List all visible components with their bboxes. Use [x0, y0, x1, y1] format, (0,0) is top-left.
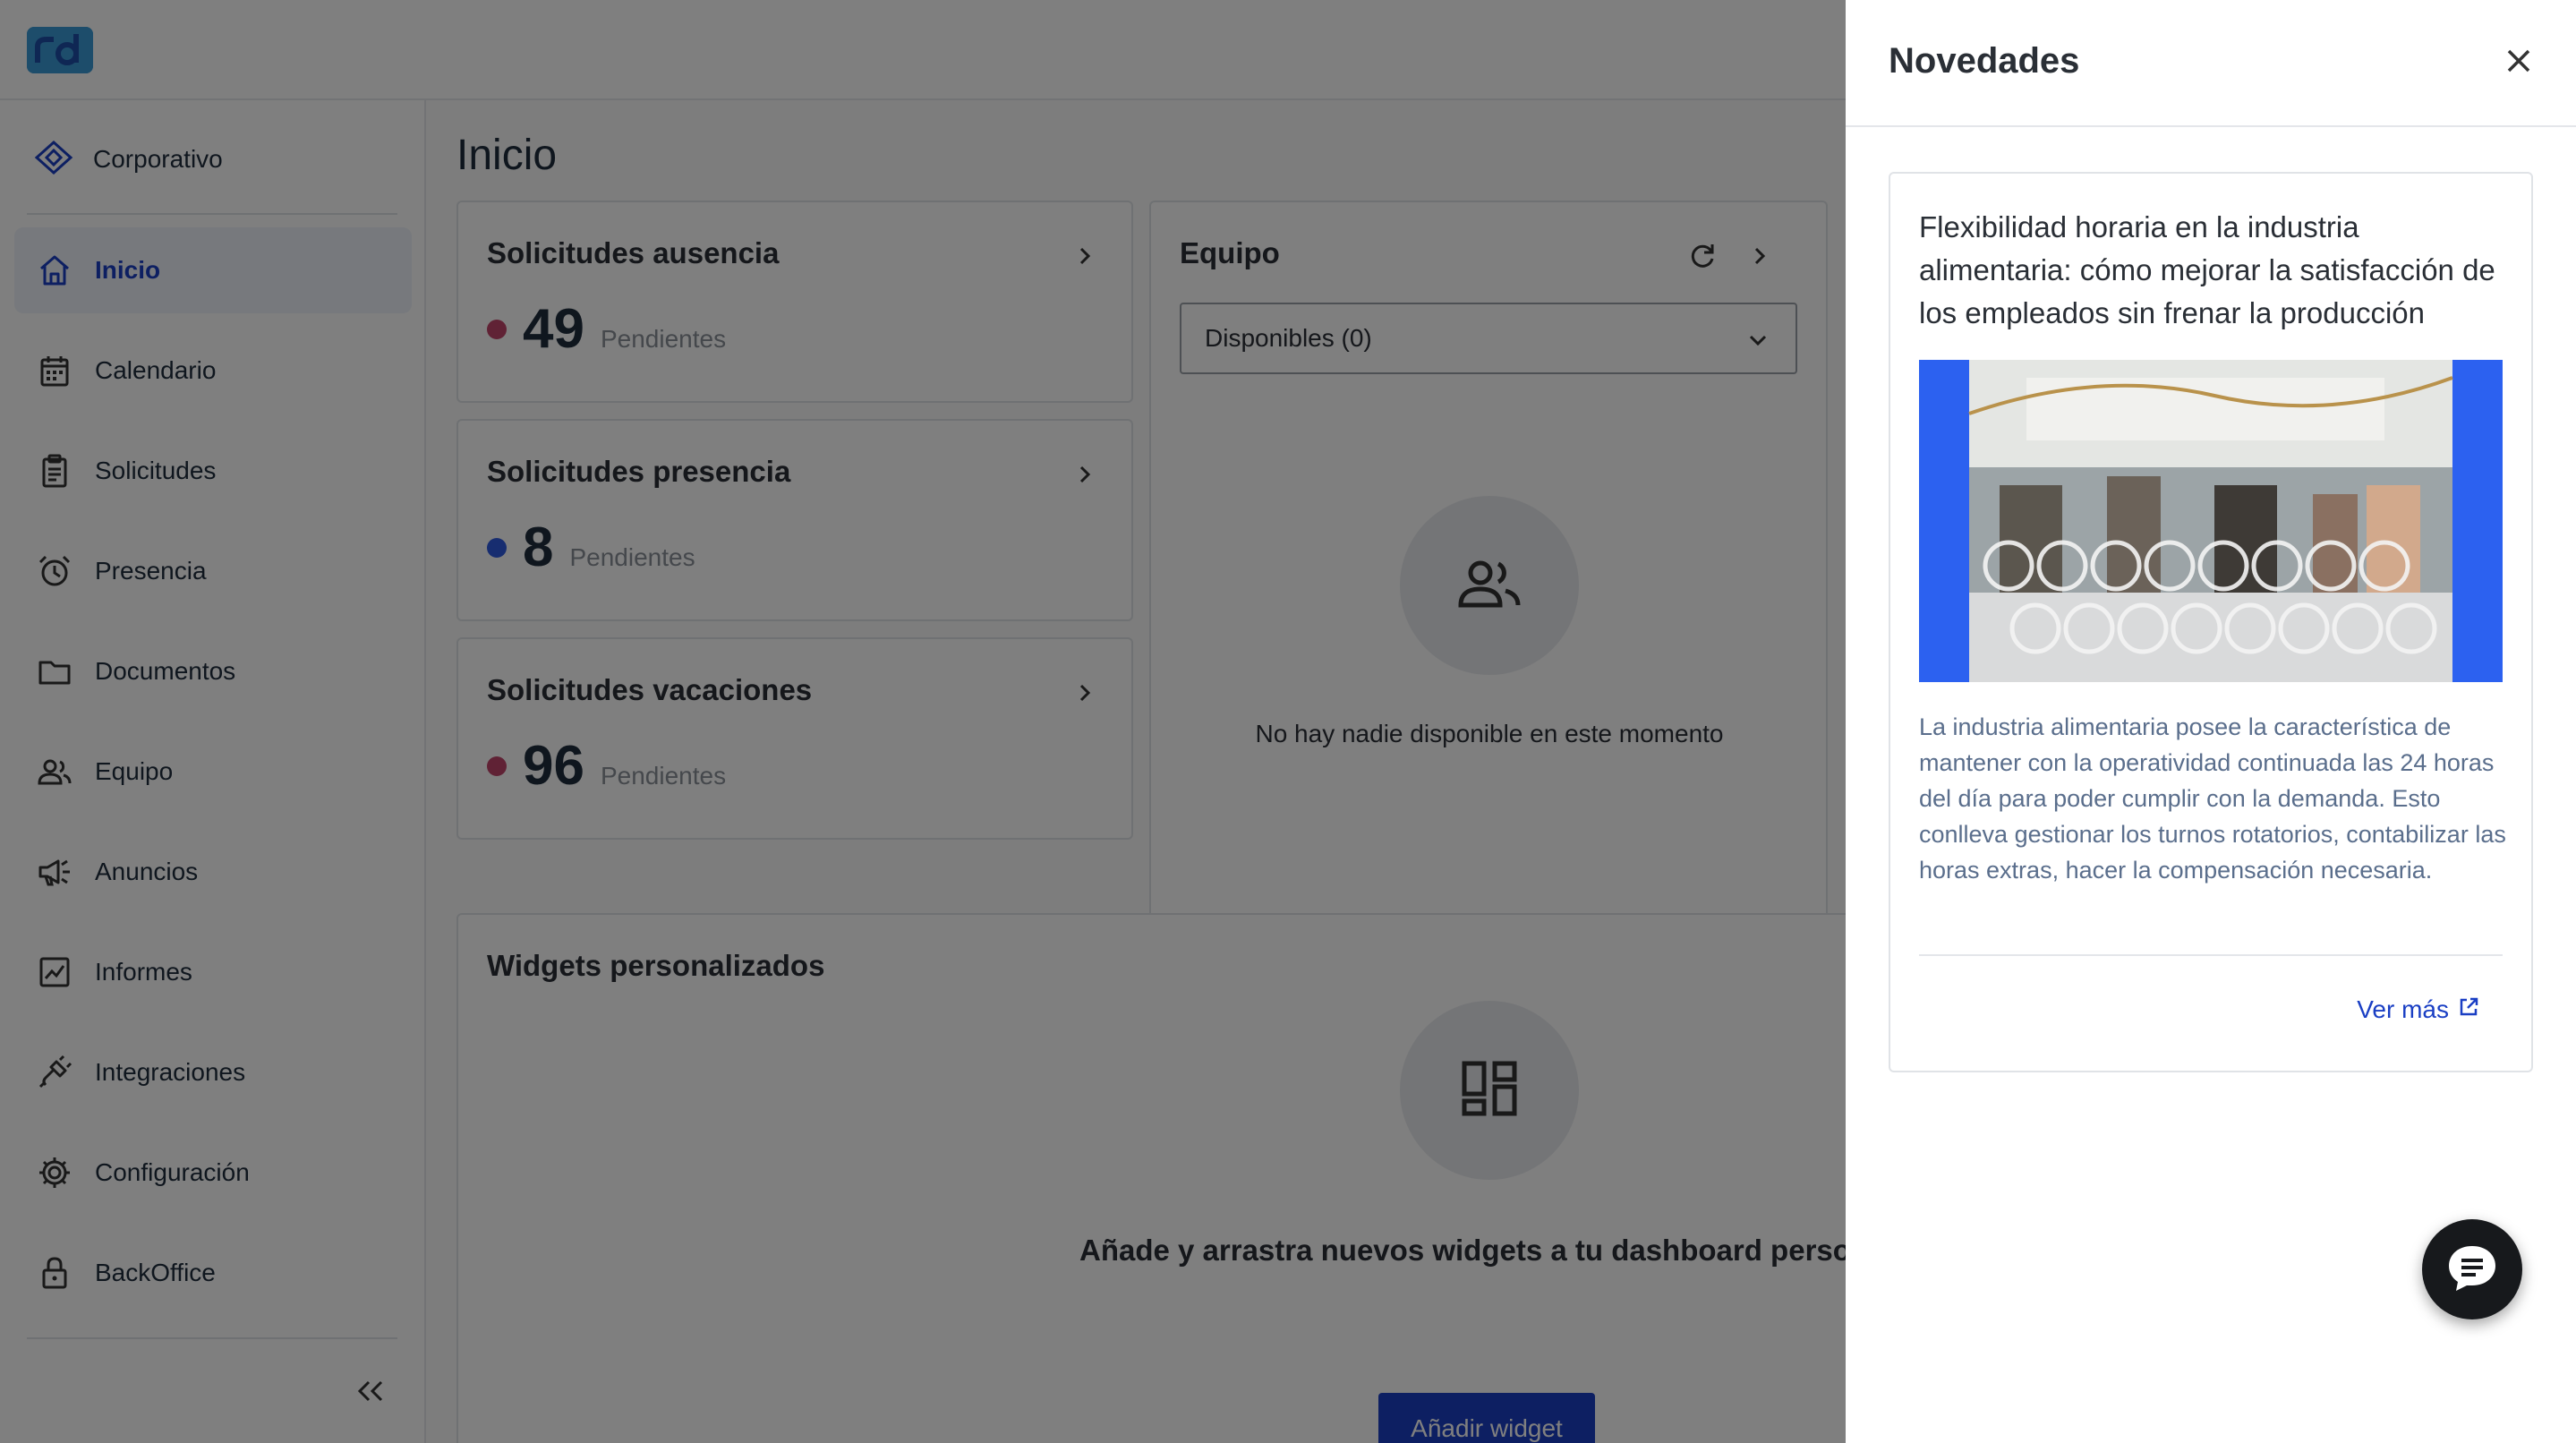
- news-body: La industria alimentaria posee la caract…: [1919, 713, 2506, 884]
- news-card: Flexibilidad horaria en la industria ali…: [1889, 172, 2533, 1072]
- chat-button[interactable]: [2422, 1219, 2522, 1319]
- news-divider: [1919, 954, 2503, 956]
- news-image: [1919, 360, 2503, 682]
- chat-bubble-icon: [2445, 1242, 2499, 1297]
- news-photo-illustration: [1919, 360, 2503, 682]
- external-link-icon: [2458, 995, 2479, 1024]
- close-button[interactable]: [2497, 41, 2540, 84]
- read-more-label: Ver más: [2357, 995, 2449, 1023]
- drawer-title: Novedades: [1889, 41, 2080, 81]
- drawer-header: Novedades: [1846, 0, 2576, 127]
- read-more-link[interactable]: Ver más: [2357, 995, 2479, 1024]
- close-icon: [2505, 47, 2532, 79]
- news-title: Flexibilidad horaria en la industria ali…: [1919, 210, 2495, 329]
